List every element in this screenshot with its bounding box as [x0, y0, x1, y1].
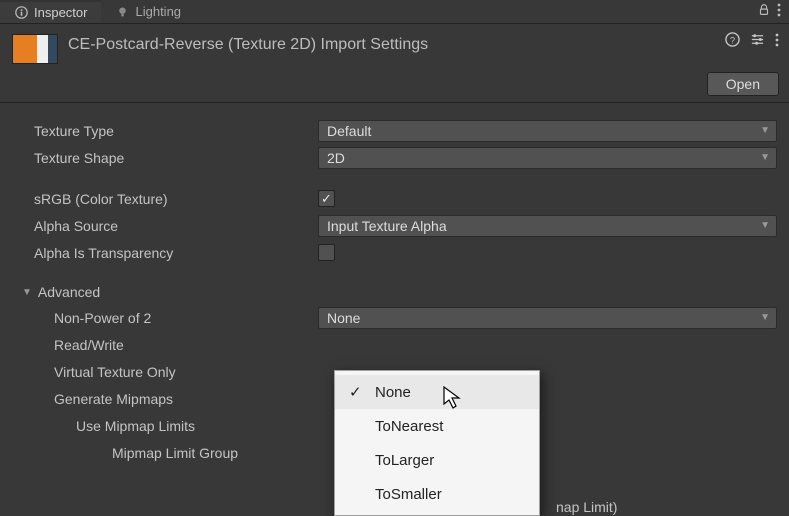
popup-item-label: None: [375, 384, 411, 401]
more-icon[interactable]: [775, 33, 779, 50]
alpha-is-transparency-label: Alpha Is Transparency: [12, 245, 318, 261]
non-power-of-2-popup: ✓ None ToNearest ToLarger ToSmaller: [334, 370, 540, 516]
dropdown-value: Input Texture Alpha: [327, 218, 447, 234]
dropdown-value: Default: [327, 123, 371, 139]
texture-type-dropdown[interactable]: Default ▼: [318, 120, 777, 142]
svg-text:?: ?: [730, 35, 735, 45]
alpha-source-label: Alpha Source: [12, 218, 318, 234]
asset-thumbnail: [12, 34, 58, 64]
foldout-triangle-icon: ▼: [22, 287, 32, 298]
popup-item-label: ToSmaller: [375, 486, 442, 503]
tab-bar: Inspector Lighting: [0, 0, 789, 24]
tab-lighting[interactable]: Lighting: [101, 0, 195, 23]
open-row: Open: [0, 70, 789, 102]
tab-label: Lighting: [135, 4, 181, 19]
non-power-of-2-label: Non-Power of 2: [12, 310, 318, 326]
mipmap-limit-group-value-fragment: nap Limit): [556, 499, 617, 515]
chevron-down-icon: ▼: [760, 152, 770, 163]
generate-mipmaps-label: Generate Mipmaps: [12, 391, 318, 407]
info-icon: [14, 6, 28, 20]
popup-item-label: ToNearest: [375, 418, 443, 435]
srgb-checkbox[interactable]: ✓: [318, 190, 335, 207]
popup-item-tosmaller[interactable]: ToSmaller: [335, 477, 539, 511]
check-icon: ✓: [349, 383, 362, 401]
popup-item-tolarger[interactable]: ToLarger: [335, 443, 539, 477]
page-title: CE-Postcard-Reverse (Texture 2D) Import …: [68, 34, 428, 54]
popup-item-tonearest[interactable]: ToNearest: [335, 409, 539, 443]
open-button[interactable]: Open: [707, 72, 779, 96]
lock-icon[interactable]: [757, 3, 771, 20]
popup-item-label: ToLarger: [375, 452, 434, 469]
read-write-label: Read/Write: [12, 337, 318, 353]
alpha-source-dropdown[interactable]: Input Texture Alpha ▼: [318, 215, 777, 237]
dropdown-value: None: [327, 310, 360, 326]
non-power-of-2-dropdown[interactable]: None ▼: [318, 307, 777, 329]
texture-shape-label: Texture Shape: [12, 150, 318, 166]
tab-inspector[interactable]: Inspector: [0, 0, 101, 23]
divider: [0, 102, 789, 103]
texture-shape-dropdown[interactable]: 2D ▼: [318, 147, 777, 169]
chevron-down-icon: ▼: [760, 312, 770, 323]
header-icons: ?: [725, 32, 779, 50]
inspector-header: CE-Postcard-Reverse (Texture 2D) Import …: [0, 24, 789, 70]
dropdown-value: 2D: [327, 150, 345, 166]
foldout-label: Advanced: [38, 284, 100, 300]
virtual-texture-only-label: Virtual Texture Only: [12, 364, 318, 380]
srgb-label: sRGB (Color Texture): [12, 191, 318, 207]
help-icon[interactable]: ?: [725, 32, 740, 50]
more-icon[interactable]: [777, 3, 781, 20]
mipmap-limit-group-label: Mipmap Limit Group: [12, 445, 318, 461]
alpha-is-transparency-checkbox[interactable]: [318, 244, 335, 261]
chevron-down-icon: ▼: [760, 220, 770, 231]
tab-label: Inspector: [34, 5, 87, 20]
light-icon: [115, 5, 129, 19]
use-mipmap-limits-label: Use Mipmap Limits: [12, 418, 318, 434]
texture-type-label: Texture Type: [12, 123, 318, 139]
advanced-foldout[interactable]: ▼ Advanced: [12, 280, 777, 304]
popup-item-none[interactable]: ✓ None: [335, 375, 539, 409]
sliders-icon[interactable]: [750, 32, 765, 50]
mouse-cursor-icon: [443, 386, 463, 415]
tab-right-controls: [757, 3, 789, 20]
chevron-down-icon: ▼: [760, 125, 770, 136]
